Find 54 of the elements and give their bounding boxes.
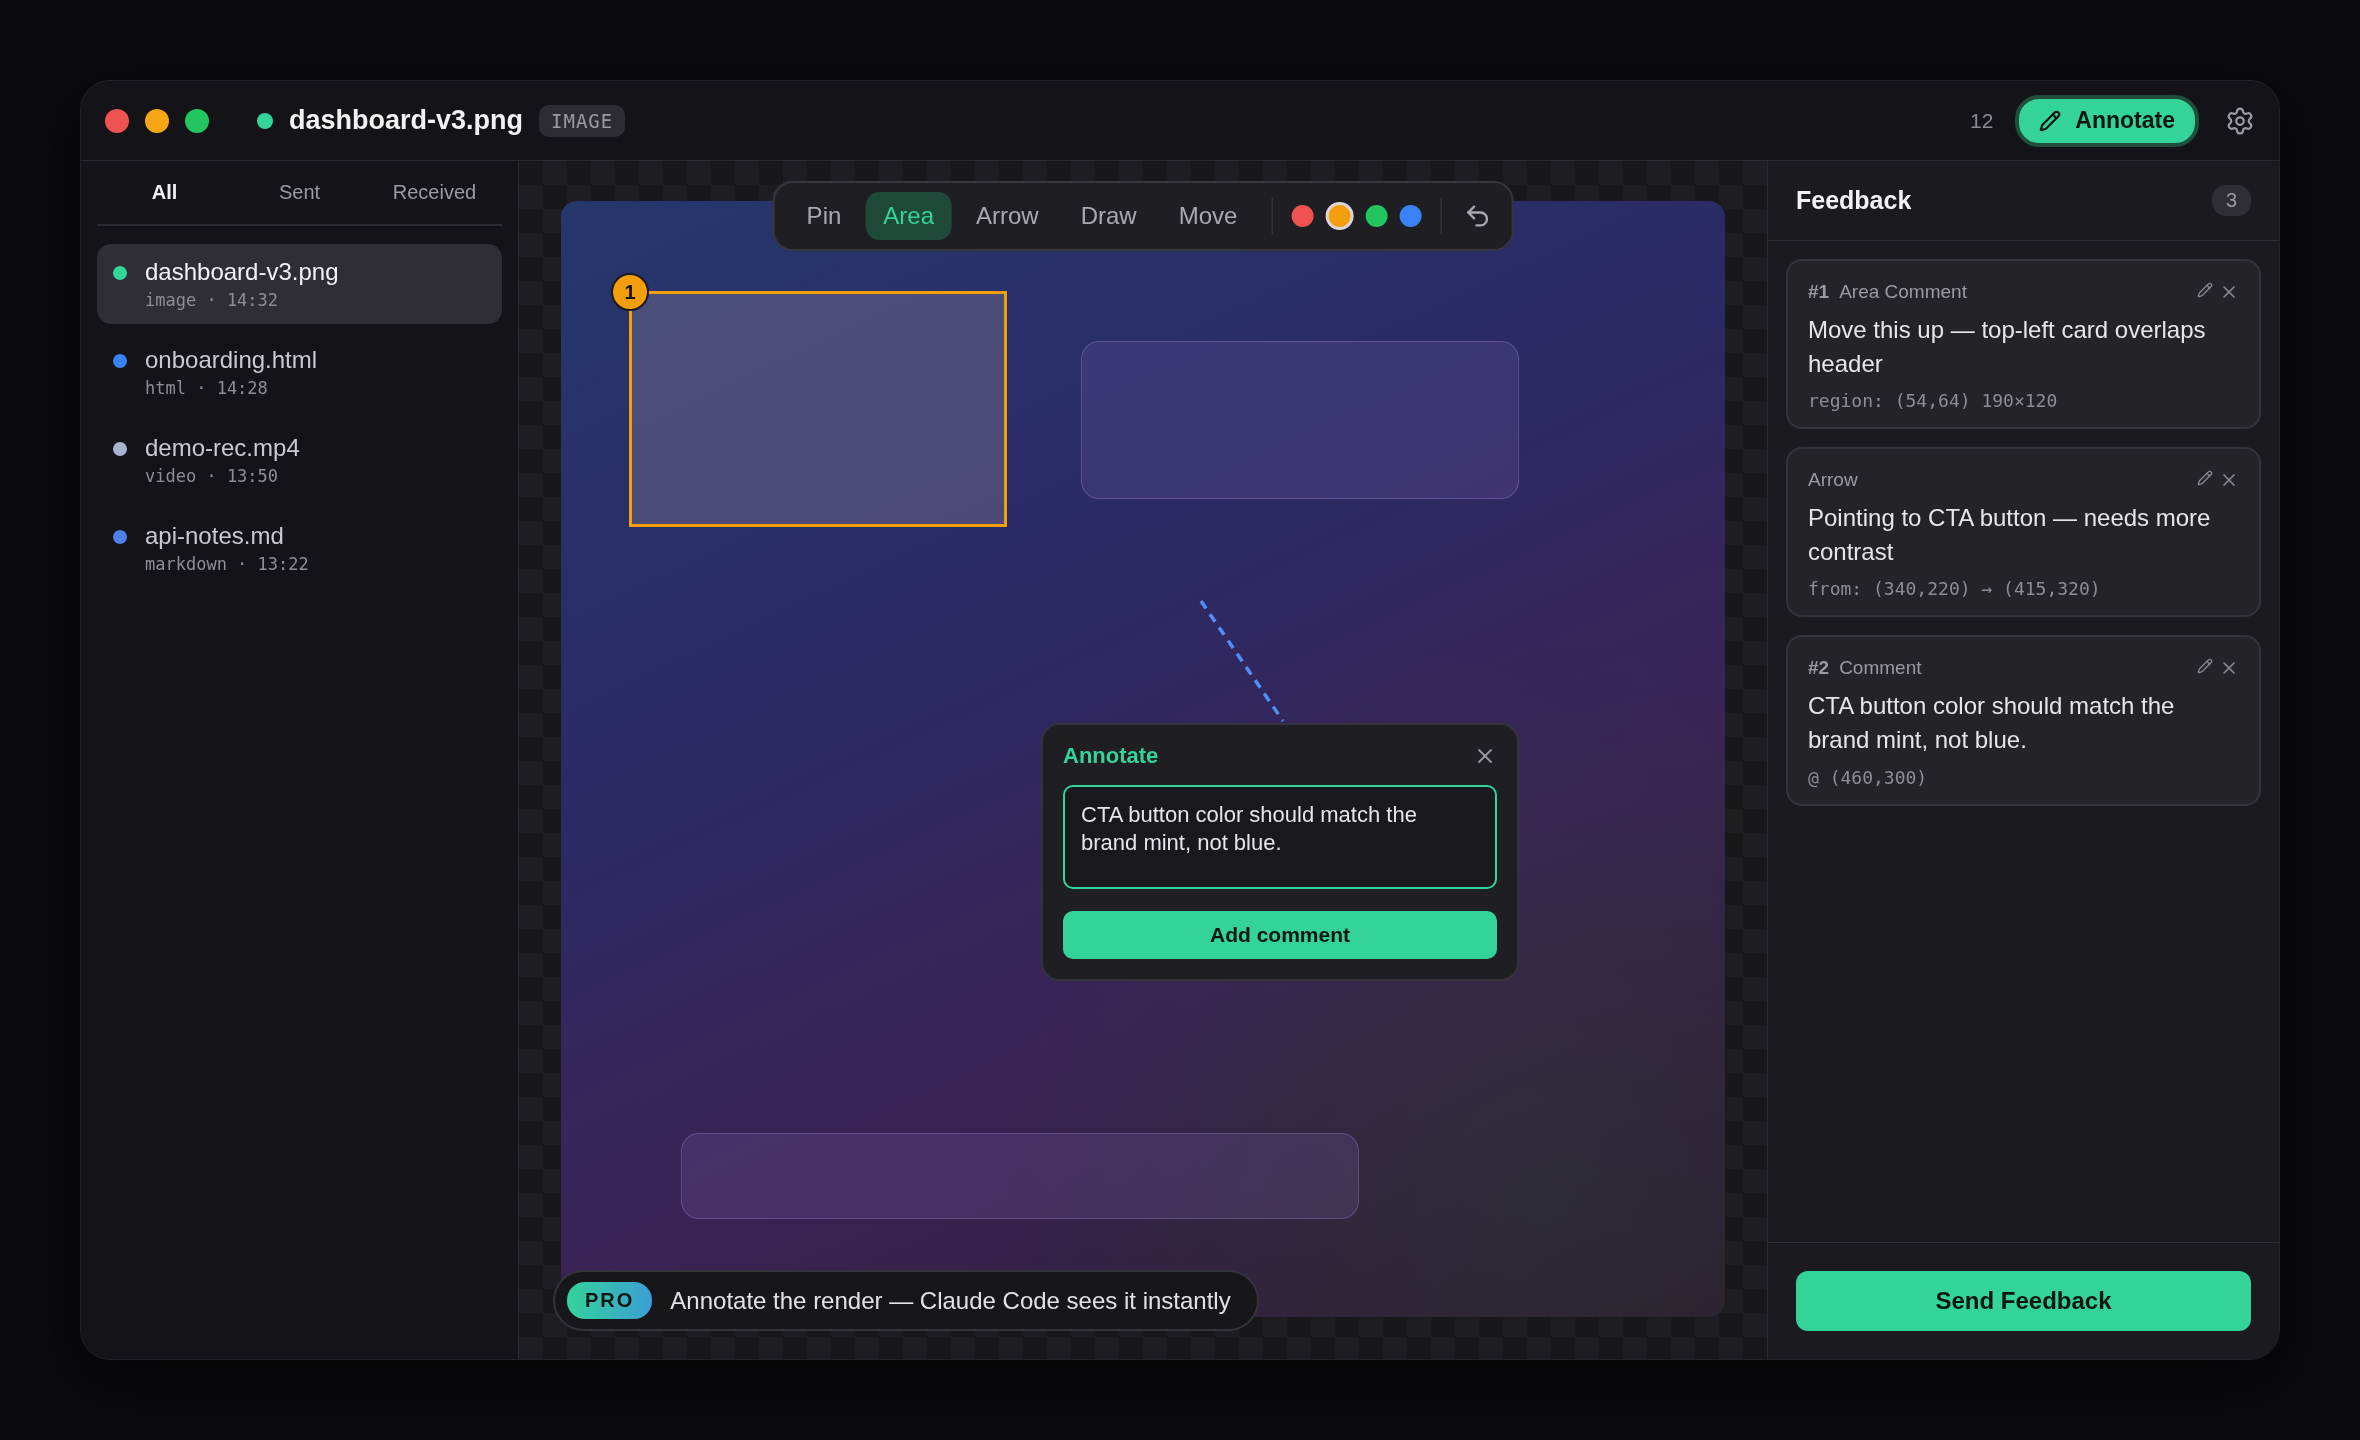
- maximize-window-button[interactable]: [185, 108, 209, 133]
- comment-input[interactable]: CTA button color should match the brand mint, not blue.: [1063, 785, 1497, 889]
- file-name: onboarding.html: [145, 346, 318, 374]
- settings-icon[interactable]: [2225, 105, 2255, 136]
- add-comment-button[interactable]: Add comment: [1063, 911, 1497, 959]
- tool-button[interactable]: Move: [1160, 192, 1256, 240]
- feedback-type: Comment: [1839, 657, 1922, 680]
- pro-badge: PRO: [567, 1282, 653, 1319]
- file-type-tag: IMAGE: [539, 104, 626, 137]
- banner-text: Annotate the render — Claude Code sees it instantly: [670, 1286, 1231, 1315]
- feedback-text: Move this up — top-left card overlaps header: [1808, 315, 2207, 379]
- filter-tab[interactable]: Sent: [232, 161, 367, 224]
- color-swatch[interactable]: [1325, 202, 1354, 230]
- window-title: dashboard-v3.png: [289, 105, 524, 136]
- file-item[interactable]: demo-rec.mp4 video · 13:50: [97, 420, 502, 500]
- popup-title: Annotate: [1063, 743, 1159, 769]
- feedback-number: #2: [1808, 657, 1830, 680]
- file-meta: html · 14:28: [145, 378, 269, 398]
- annotate-button[interactable]: Annotate: [2015, 94, 2199, 147]
- feedback-coordinates: @ (460,300): [1808, 766, 1929, 788]
- pencil-icon: [2039, 109, 2062, 132]
- feedback-text: CTA button color should match the brand mint, not blue.: [1808, 691, 2176, 755]
- color-swatch[interactable]: [1291, 205, 1314, 227]
- file-item[interactable]: api-notes.md markdown · 13:22: [97, 508, 502, 588]
- feedback-type: Area Comment: [1839, 281, 1967, 303]
- file-meta: image · 14:32: [145, 290, 280, 310]
- feedback-text: Pointing to CTA button — needs more contrast: [1808, 503, 2212, 567]
- feedback-coordinates: from: (340,220) → (415,320): [1808, 578, 2102, 600]
- file-name: dashboard-v3.png: [145, 258, 339, 286]
- panel-title: Feedback: [1796, 186, 1912, 215]
- close-window-button[interactable]: [105, 108, 129, 133]
- minimize-window-button[interactable]: [145, 108, 169, 133]
- annotation-count: 12: [1969, 108, 1994, 133]
- file-name: demo-rec.mp4: [145, 434, 300, 462]
- file-item[interactable]: onboarding.html html · 14:28: [97, 332, 502, 412]
- send-feedback-button[interactable]: Send Feedback: [1796, 1271, 2251, 1331]
- status-dot: [257, 112, 273, 129]
- file-item[interactable]: dashboard-v3.png image · 14:32: [97, 244, 502, 324]
- annotation-marker[interactable]: 1: [611, 273, 649, 311]
- color-swatch[interactable]: [1399, 205, 1422, 227]
- feedback-number: #1: [1808, 281, 1830, 303]
- tool-button[interactable]: Pin: [788, 192, 860, 240]
- feedback-count: 3: [2211, 185, 2251, 216]
- tool-button[interactable]: Area: [865, 192, 952, 240]
- file-meta: markdown · 13:22: [145, 554, 309, 574]
- file-name: api-notes.md: [145, 522, 285, 550]
- filter-tab[interactable]: Received: [367, 161, 502, 224]
- feedback-coordinates: region: (54,64) 190×120: [1808, 390, 2059, 412]
- tool-button[interactable]: Arrow: [958, 192, 1057, 240]
- tool-button[interactable]: Draw: [1062, 192, 1155, 240]
- file-meta: video · 13:50: [145, 466, 280, 486]
- feedback-type: Arrow: [1808, 469, 1858, 492]
- color-swatch[interactable]: [1365, 205, 1388, 227]
- filter-tab[interactable]: All: [97, 161, 232, 224]
